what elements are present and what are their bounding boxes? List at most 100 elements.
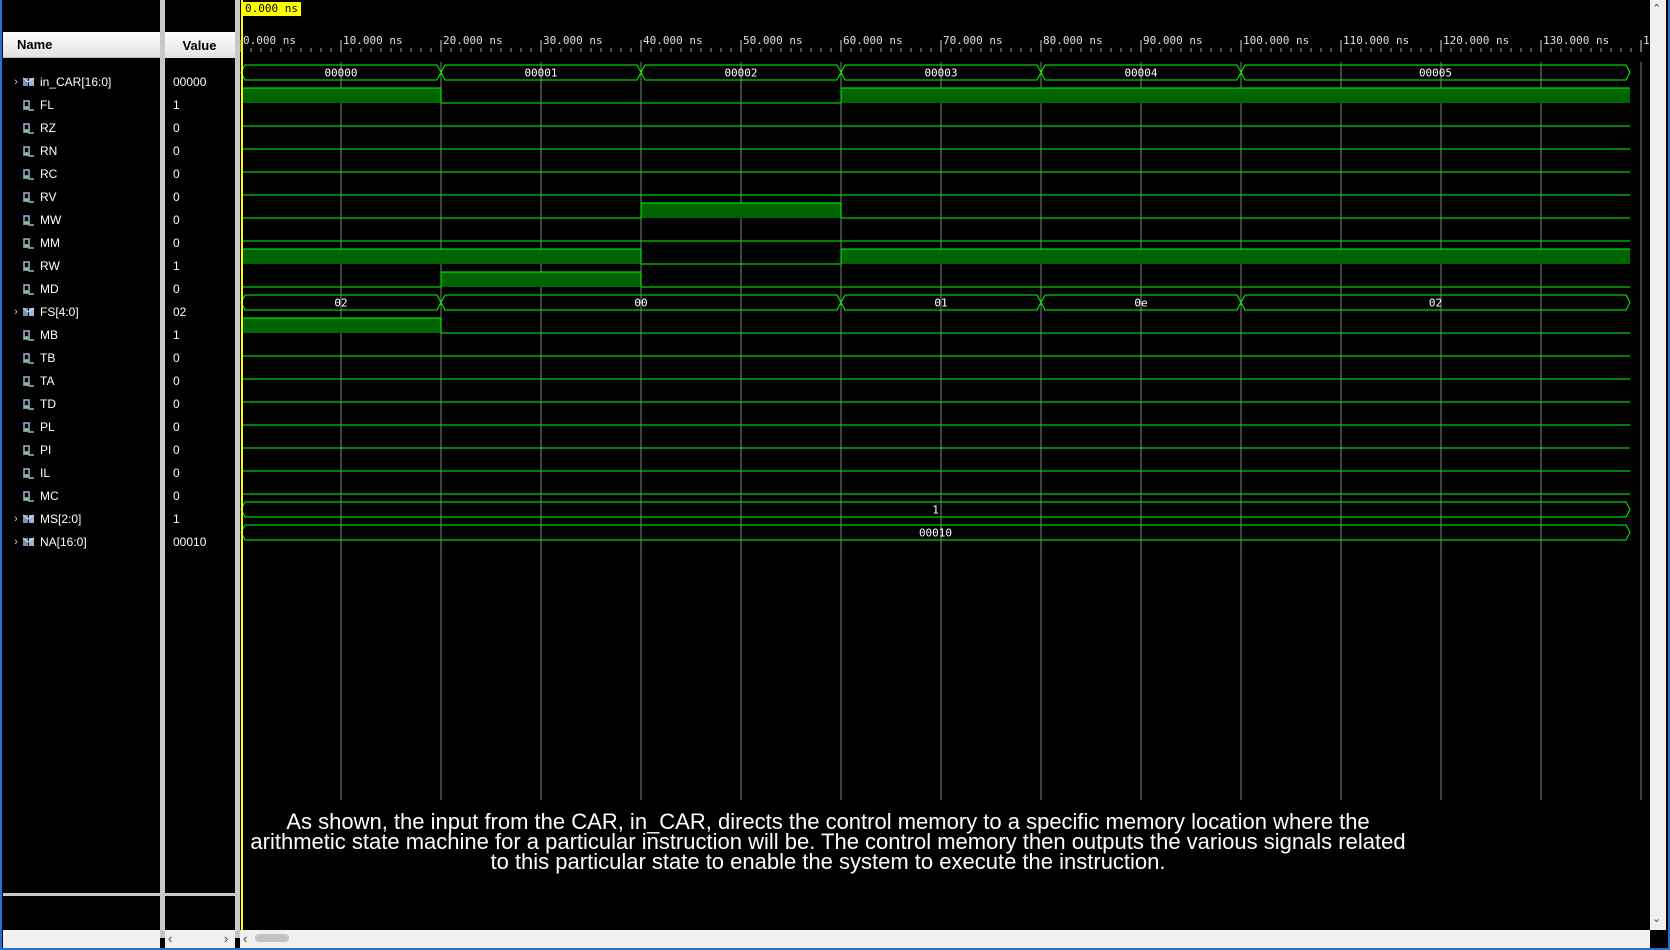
signal-value: 1: [173, 258, 180, 273]
bit-signal-icon: [23, 237, 34, 249]
value-column-header[interactable]: Value: [164, 32, 235, 59]
signal-row[interactable]: TD: [3, 392, 56, 415]
bit-signal-icon: [23, 260, 34, 272]
caption-text: As shown, the input from the CAR, in_CAR…: [250, 809, 1406, 874]
signal-name: PI: [40, 442, 52, 457]
signal-name-list: › in_CAR[16:0] FL RZ RN RC RV MW MM RW MD › FS[4:0] M…: [3, 58, 160, 893]
signal-name: TD: [40, 396, 56, 411]
window-border-left: [0, 0, 2, 950]
wave-hscroll[interactable]: [240, 930, 1650, 948]
signal-row[interactable]: MW: [3, 208, 61, 231]
signal-row[interactable]: PI: [3, 438, 51, 461]
signal-name: PL: [40, 419, 55, 434]
signal-value: 0: [173, 373, 180, 388]
bus-signal-icon: [22, 537, 35, 546]
tick-label: 1: [1643, 34, 1650, 47]
signal-row[interactable]: RN: [3, 139, 57, 162]
bit-signal-icon: [23, 352, 34, 364]
bus-value-label: 00010: [919, 527, 952, 540]
bit-signal-icon: [23, 375, 34, 387]
bit-signal-icon: [23, 145, 34, 157]
scroll-up-icon[interactable]: ⌃: [1652, 2, 1661, 15]
signal-row[interactable]: MC: [3, 484, 59, 507]
vertical-scrollbar[interactable]: [1650, 0, 1666, 930]
signal-row[interactable]: RZ: [3, 116, 56, 139]
signal-name: MC: [40, 488, 59, 503]
signal-row[interactable]: MM: [3, 231, 60, 254]
signal-value-list: 00000 1 0 0 0 0 0 0 1 0 02 1 0 0 0 0 0 0 0 1 00010: [165, 58, 235, 893]
signal-row[interactable]: RV: [3, 185, 56, 208]
high-level-fill: [241, 249, 641, 264]
signal-row[interactable]: › in_CAR[16:0]: [3, 70, 111, 93]
signal-row[interactable]: › FS[4:0]: [3, 300, 79, 323]
bit-signal-icon: [23, 490, 34, 502]
signal-name: FL: [40, 97, 55, 112]
expand-chevron-icon[interactable]: ›: [10, 76, 22, 88]
tick-label: 20.000 ns: [443, 34, 503, 47]
signal-row[interactable]: IL: [3, 461, 50, 484]
signal-row[interactable]: › NA[16:0]: [3, 530, 87, 553]
signal-row[interactable]: MD: [3, 277, 59, 300]
signal-name: TB: [40, 350, 56, 365]
bus-value-label: 00005: [1419, 67, 1452, 80]
signal-row[interactable]: RC: [3, 162, 57, 185]
signal-row[interactable]: PL: [3, 415, 55, 438]
signal-name: NA[16:0]: [40, 534, 87, 549]
name-column-header[interactable]: Name: [3, 32, 160, 58]
signal-name: RN: [40, 143, 58, 158]
name-bottom-pane: [3, 896, 160, 930]
signal-row[interactable]: MB: [3, 323, 58, 346]
tick-label: 10.000 ns: [343, 34, 403, 47]
name-value-splitter[interactable]: [160, 0, 165, 938]
bit-signal-icon: [23, 444, 34, 456]
tick-label: 90.000 ns: [1143, 34, 1203, 47]
signal-row[interactable]: TA: [3, 369, 54, 392]
wave-scroll-left-icon[interactable]: ‹: [243, 931, 247, 946]
waveform-canvas[interactable]: 0.000 ns 10.000 ns 20.000 ns 30.000 ns 40.00…: [240, 0, 1666, 930]
signal-row[interactable]: FL: [3, 93, 54, 116]
tick-label: 100.000 ns: [1243, 34, 1309, 47]
scroll-down-icon[interactable]: ⌄: [1652, 912, 1661, 925]
signal-name: RW: [40, 258, 60, 273]
bit-signal-icon: [23, 191, 34, 203]
signal-value: 0: [173, 166, 180, 181]
bit-signal-icon: [23, 421, 34, 433]
tick-label: 50.000 ns: [743, 34, 803, 47]
expand-chevron-icon[interactable]: ›: [10, 536, 22, 548]
bus-value-label: 00004: [1124, 67, 1157, 80]
high-level-fill: [841, 249, 1630, 264]
bus-value-label: 00000: [324, 67, 357, 80]
high-level-fill: [241, 318, 441, 333]
cursor-time-label[interactable]: 0.000 ns: [242, 2, 301, 16]
value-scroll-right-icon[interactable]: ›: [224, 931, 228, 946]
bus-value-label: 00001: [524, 67, 557, 80]
signal-name: RZ: [40, 120, 56, 135]
wave-scroll-thumb[interactable]: [255, 934, 289, 942]
signal-value: 0: [173, 143, 180, 158]
signal-row[interactable]: › MS[2:0]: [3, 507, 81, 530]
bus-value-label: 02: [334, 297, 347, 310]
expand-chevron-icon[interactable]: ›: [10, 513, 22, 525]
bus-value-label: 00002: [724, 67, 757, 80]
bit-signal-icon: [23, 168, 34, 180]
expand-chevron-icon[interactable]: ›: [10, 306, 22, 318]
waveform-svg[interactable]: 0.000 ns 10.000 ns 20.000 ns 30.000 ns 40.00…: [240, 0, 1650, 930]
tick-label: 130.000 ns: [1543, 34, 1609, 47]
high-level-fill: [641, 203, 841, 218]
signal-value: 0: [173, 350, 180, 365]
name-hscroll[interactable]: [3, 930, 160, 948]
bus-value-label: 00003: [924, 67, 957, 80]
signal-value: 1: [173, 511, 180, 526]
waveform-window: Name Value › in_CAR[16:0] FL RZ RN RC RV MW MM RW…: [0, 0, 1670, 950]
signal-row[interactable]: TB: [3, 346, 55, 369]
signal-row[interactable]: RW: [3, 254, 60, 277]
signal-value: 0: [173, 235, 180, 250]
bus-signal-icon: [22, 307, 35, 316]
signal-value: 00000: [173, 74, 207, 89]
signal-name: TA: [40, 373, 55, 388]
bit-signal-icon: [23, 99, 34, 111]
signal-value: 02: [173, 304, 187, 319]
value-scroll-left-icon[interactable]: ‹: [168, 931, 172, 946]
signal-name: in_CAR[16:0]: [40, 74, 112, 89]
signal-name: MS[2:0]: [40, 511, 82, 526]
